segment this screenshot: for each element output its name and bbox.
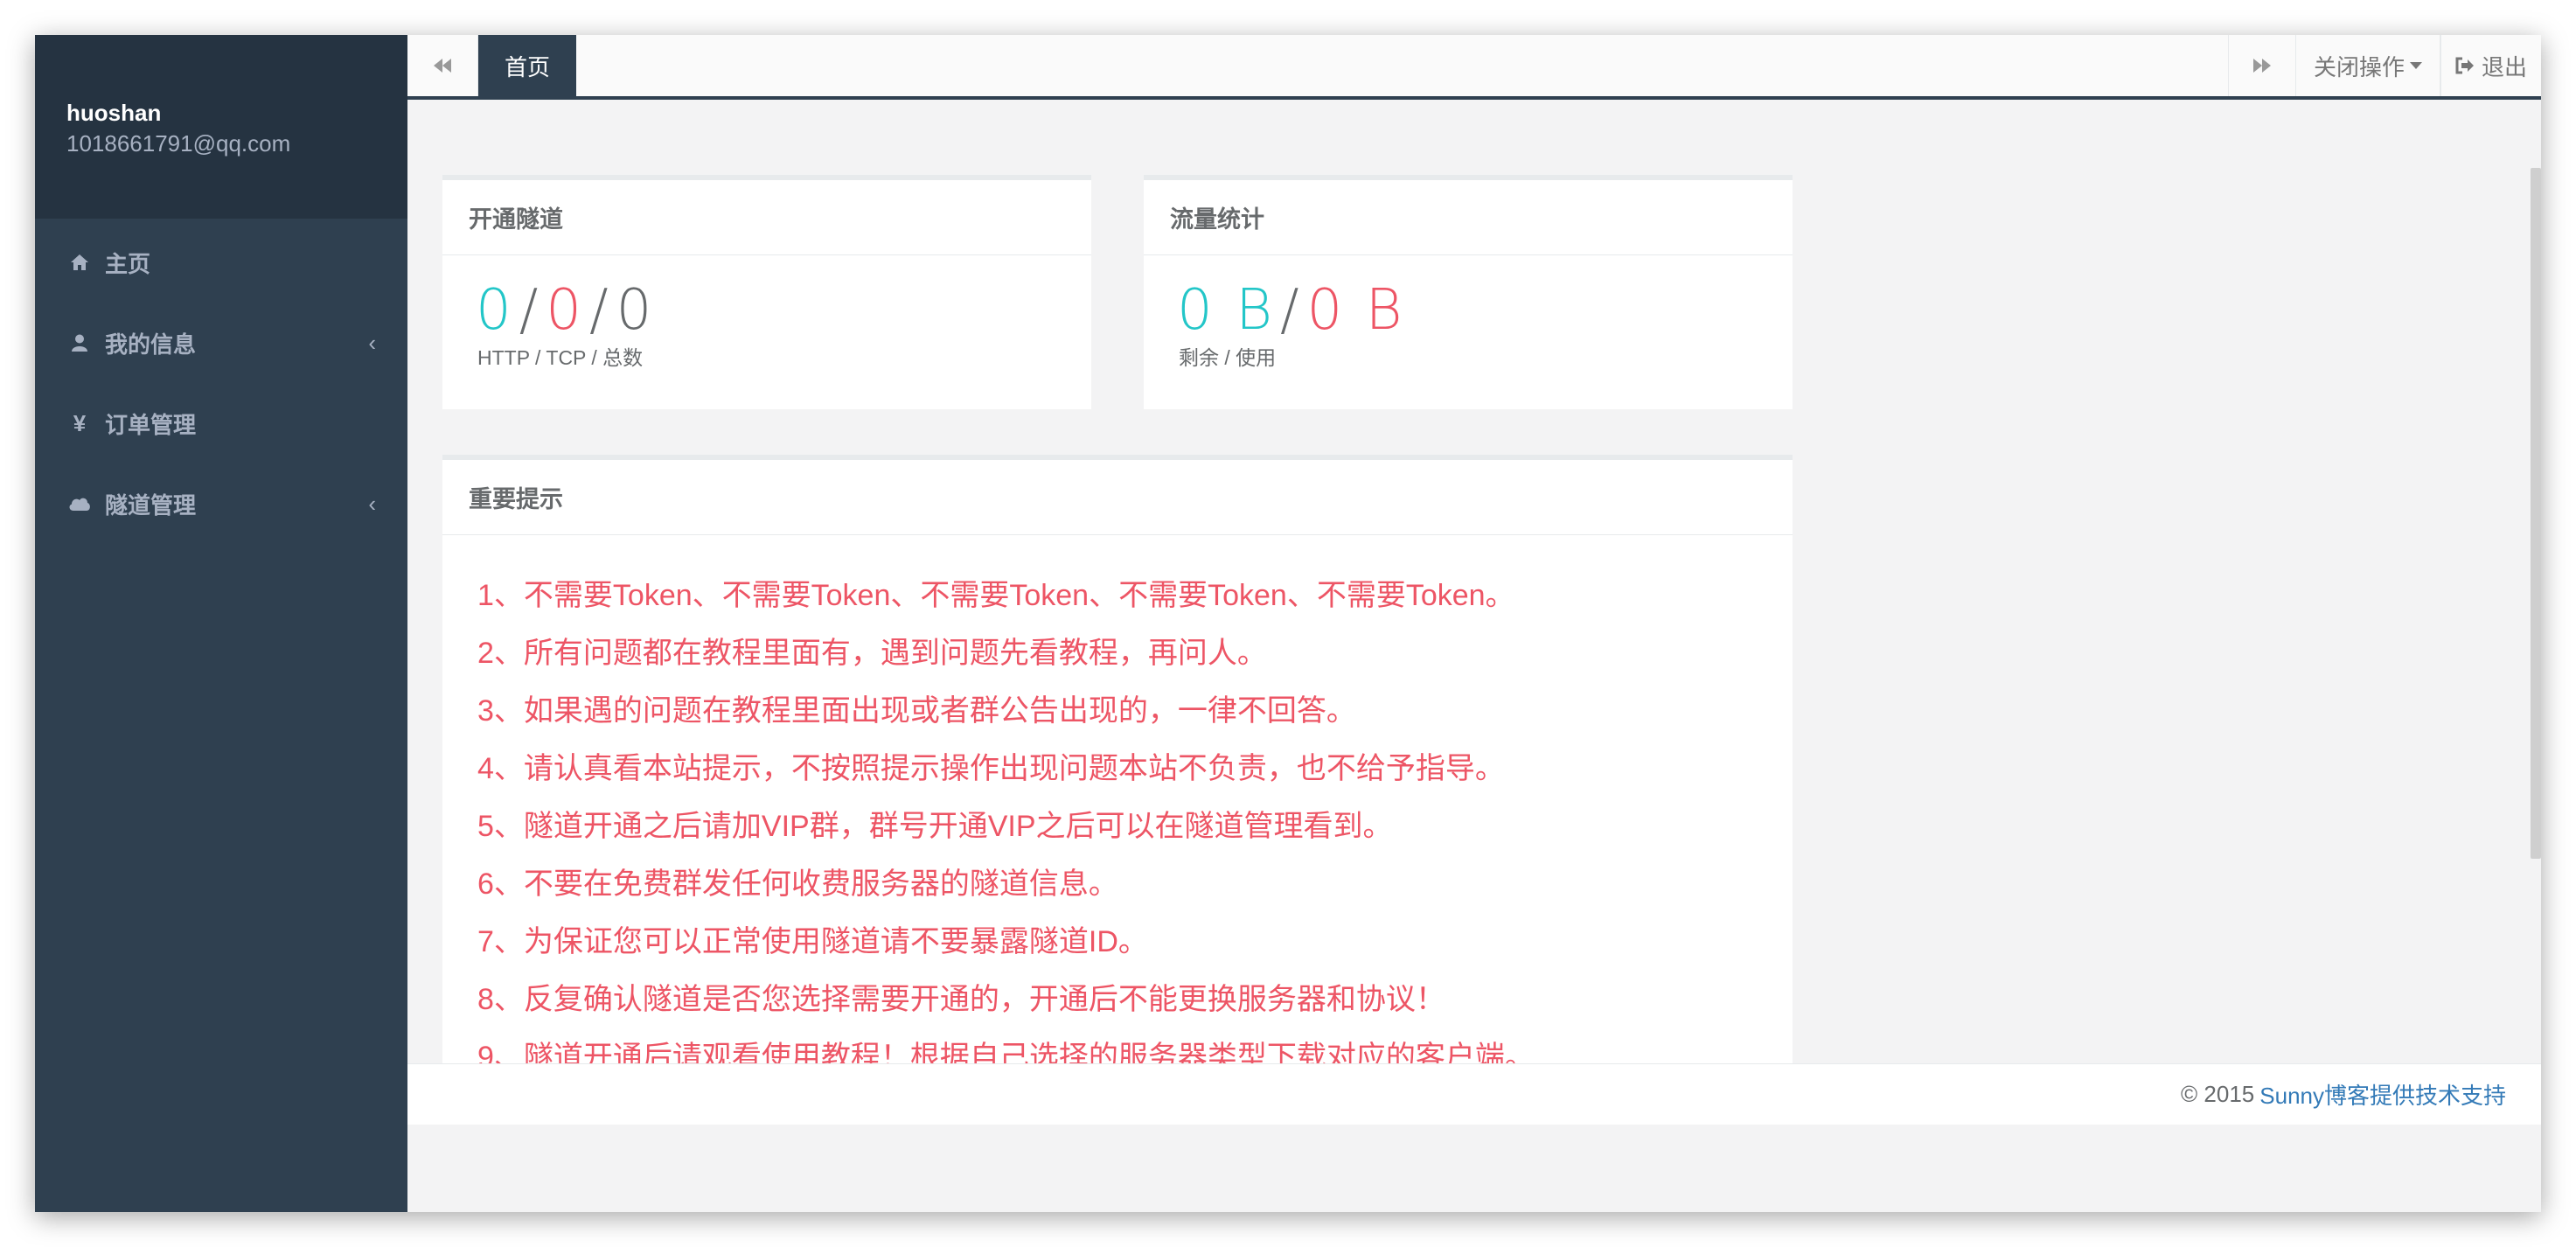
sidebar-item-orders[interactable]: ¥ 订单管理	[35, 383, 407, 463]
user-icon	[66, 334, 93, 352]
close-operations-label: 关闭操作	[2313, 53, 2405, 80]
panel-title: 重要提示	[442, 460, 1793, 535]
tab-home[interactable]: 首页	[478, 35, 577, 96]
sidebar-item-home[interactable]: 主页	[35, 222, 407, 303]
notice-list: 1、不需要Token、不需要Token、不需要Token、不需要Token、不需…	[442, 535, 1793, 1086]
logout-button[interactable]: 退出	[2440, 35, 2541, 96]
scroll-tabs-right-button[interactable]	[2227, 35, 2296, 96]
yen-icon: ¥	[73, 409, 87, 436]
footer-link[interactable]: Sunny博客提供技术支持	[2259, 1078, 2506, 1111]
separator: /	[1279, 278, 1302, 343]
notice-item: 6、不要在免费群发任何收费服务器的隧道信息。	[477, 867, 1118, 901]
home-icon	[66, 254, 93, 271]
sidebar-item-label: 隧道管理	[105, 491, 197, 519]
sidebar-item-label: 订单管理	[105, 411, 197, 438]
footer: © 2015 Sunny博客提供技术支持	[407, 1063, 2541, 1125]
traffic-label: 剩余 / 使用	[1179, 346, 1277, 369]
sidebar-item-tunnels[interactable]: 隧道管理 ‹	[35, 463, 407, 544]
notice-item: 8、反复确认隧道是否您选择需要开通的，开通后不能更换服务器和协议！	[477, 983, 1445, 1016]
user-email: 1018661791@qq.com	[66, 130, 291, 157]
separator: /	[589, 278, 611, 343]
forward-icon	[2252, 59, 2271, 73]
used-traffic: 0 B	[1306, 278, 1405, 343]
caret-down-icon	[2409, 62, 2422, 69]
total-count: 0	[616, 278, 655, 343]
chevron-left-icon: ‹	[368, 329, 376, 356]
notice-item: 7、为保证您可以正常使用隧道请不要暴露隧道ID。	[477, 925, 1148, 958]
sidebar-item-my-info[interactable]: 我的信息 ‹	[35, 303, 407, 383]
separator: /	[519, 278, 541, 343]
panel-title: 流量统计	[1144, 180, 1793, 255]
user-profile[interactable]: huoshan 1018661791@qq.com	[35, 35, 407, 219]
sidebar: huoshan 1018661791@qq.com 主页 我的信息 ‹ ¥ 订单…	[35, 35, 407, 1212]
top-tab-bar: 首页 关闭操作 退出	[407, 35, 2541, 100]
tunnel-counts-label: HTTP / TCP / 总数	[477, 346, 644, 369]
sidebar-item-label: 我的信息	[105, 331, 197, 358]
scrollbar[interactable]	[2531, 168, 2541, 859]
traffic-panel: 流量统计 0 B/0 B 剩余 / 使用	[1144, 175, 1793, 409]
notice-item: 4、请认真看本站提示，不按照提示操作出现问题本站不负责，也不给予指导。	[477, 752, 1505, 785]
http-count: 0	[476, 278, 514, 343]
notice-panel: 重要提示 1、不需要Token、不需要Token、不需要Token、不需要Tok…	[442, 455, 1793, 1125]
notice-item: 5、隧道开通之后请加VIP群，群号开通VIP之后可以在隧道管理看到。	[477, 810, 1393, 843]
backward-icon	[434, 59, 451, 73]
tunnel-counts: 0/0/0	[442, 255, 1091, 341]
user-name: huoshan	[66, 100, 162, 126]
cloud-icon	[66, 496, 93, 512]
notice-item: 3、如果遇的问题在教程里面出现或者群公告出现的，一律不回答。	[477, 694, 1356, 728]
remaining-traffic: 0 B	[1177, 278, 1275, 343]
scroll-tabs-left-button[interactable]	[407, 35, 478, 96]
sidebar-item-label: 主页	[105, 250, 151, 277]
notice-item: 2、所有问题都在教程里面有，遇到问题先看教程，再问人。	[477, 637, 1267, 670]
tcp-count: 0	[546, 278, 584, 343]
main-content: 开通隧道 0/0/0 HTTP / TCP / 总数 流量统计 0 B/0 B …	[407, 100, 2541, 1212]
panel-title: 开通隧道	[442, 180, 1091, 255]
traffic-values: 0 B/0 B	[1144, 255, 1793, 341]
chevron-left-icon: ‹	[368, 490, 376, 517]
logout-label: 退出	[2481, 53, 2527, 80]
close-operations-dropdown[interactable]: 关闭操作	[2296, 35, 2440, 96]
app-window: huoshan 1018661791@qq.com 主页 我的信息 ‹ ¥ 订单…	[35, 35, 2541, 1212]
sign-out-icon	[2455, 57, 2474, 74]
copyright-text: © 2015	[2181, 1081, 2255, 1107]
notice-item: 1、不需要Token、不需要Token、不需要Token、不需要Token、不需…	[477, 579, 1515, 612]
tunnels-panel: 开通隧道 0/0/0 HTTP / TCP / 总数	[442, 175, 1091, 409]
